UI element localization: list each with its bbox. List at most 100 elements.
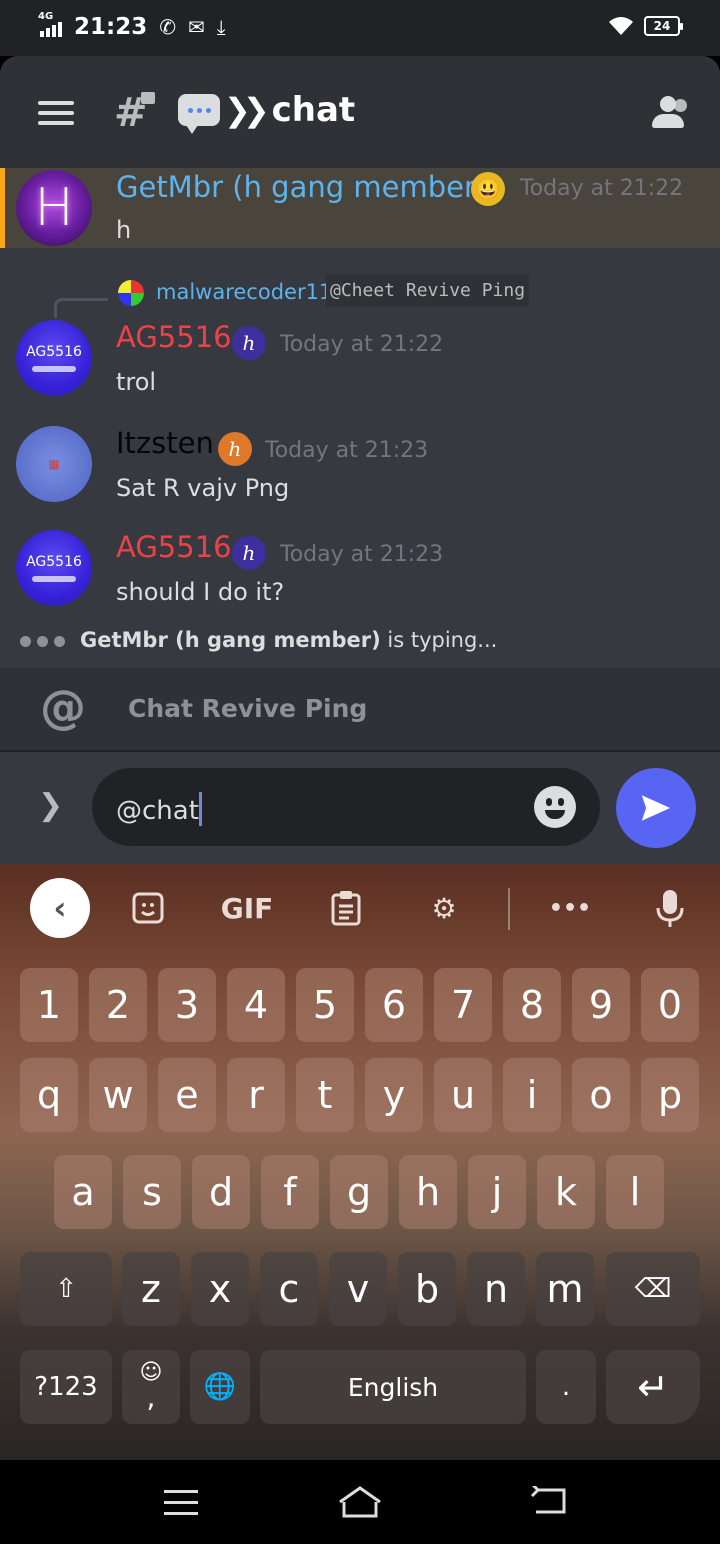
author-name[interactable]: AG5516 [116,530,232,564]
backspace-key[interactable]: ⌫ [606,1252,700,1326]
key-c[interactable]: c [260,1252,318,1326]
key-t[interactable]: t [296,1058,354,1132]
gear-icon[interactable]: ⚙ [424,878,464,938]
key-p[interactable]: p [641,1058,699,1132]
message-item[interactable]: AG5516 AG5516 h Today at 21:22 trol [0,320,720,416]
key-u[interactable]: u [434,1058,492,1132]
members-icon[interactable] [650,96,690,130]
key-n[interactable]: n [467,1252,525,1326]
key-9[interactable]: 9 [572,968,630,1042]
speech-bubble-icon [178,94,220,134]
key-y[interactable]: y [365,1058,423,1132]
key-j[interactable]: j [468,1155,526,1229]
typing-suffix: is typing... [380,628,498,652]
key-m[interactable]: m [536,1252,594,1326]
mention-suggestion[interactable]: @ Chat Revive Ping [0,668,720,752]
key-7[interactable]: 7 [434,968,492,1042]
soft-keyboard: ‹ GIF ⚙ ••• 1234567890 qwertyuiop asdfgh… [0,864,720,1460]
whatsapp-icon: ✆ [159,15,176,39]
period-key[interactable]: . [536,1350,596,1424]
input-value[interactable]: @chat [116,796,199,826]
key-4[interactable]: 4 [227,968,285,1042]
channel-header: # ❯❯ chat [0,56,720,168]
microphone-icon[interactable] [652,878,688,938]
key-3[interactable]: 3 [158,968,216,1042]
key-w[interactable]: w [89,1058,147,1132]
key-0[interactable]: 0 [641,968,699,1042]
typing-user: GetMbr (h gang member) [80,628,381,652]
key-h[interactable]: h [399,1155,457,1229]
message-item[interactable]: ▦ Itzsten h Today at 21:23 Sat R vajv Pn… [0,426,720,522]
clock: 21:23 [74,14,148,40]
chevron-right-icon[interactable]: ❯ [38,788,63,823]
key-b[interactable]: b [398,1252,456,1326]
discord-app: # ❯❯ chat H GetMbr (h gang member) 😃 Tod… [0,56,720,864]
comma-emoji-key[interactable]: ☺, [122,1350,180,1424]
suggestion-label[interactable]: Chat Revive Ping [128,694,367,723]
timestamp: Today at 21:22 [520,176,684,201]
recents-icon[interactable] [164,1490,198,1523]
reply-text: @Cheet Revive Ping [326,274,530,307]
key-o[interactable]: o [572,1058,630,1132]
key-i[interactable]: i [503,1058,561,1132]
avatar[interactable]: H [16,170,92,246]
avatar[interactable]: AG5516 [16,320,92,396]
timestamp: Today at 21:23 [265,438,429,463]
text-caret [198,792,202,826]
hamburger-icon[interactable] [38,101,74,125]
author-name[interactable]: AG5516 [116,320,232,354]
key-1[interactable]: 1 [20,968,78,1042]
channel-title[interactable]: ❯❯ chat [178,90,355,134]
author-name[interactable]: Itzsten [116,426,214,460]
key-z[interactable]: z [122,1252,180,1326]
key-a[interactable]: a [54,1155,112,1229]
key-6[interactable]: 6 [365,968,423,1042]
key-2[interactable]: 2 [89,968,147,1042]
avatar[interactable]: ▦ [16,426,92,502]
key-5[interactable]: 5 [296,968,354,1042]
message-input[interactable]: @chat [92,768,600,846]
key-x[interactable]: x [191,1252,249,1326]
message-item[interactable]: AG5516 AG5516 h Today at 21:23 should I … [0,530,720,616]
gif-button[interactable]: GIF [218,878,276,938]
status-bar: 4G 21:23 ✆ ✉ ⤓ 24 [0,0,720,56]
avatar[interactable]: AG5516 [16,530,92,606]
key-s[interactable]: s [123,1155,181,1229]
key-r[interactable]: r [227,1058,285,1132]
keyboard-toolbar: ‹ GIF ⚙ ••• [0,864,720,952]
shift-key[interactable]: ⇧ [20,1252,112,1326]
back-icon[interactable] [530,1486,568,1516]
key-d[interactable]: d [192,1155,250,1229]
clipboard-icon[interactable] [326,878,366,938]
reply-author[interactable]: malwarecoder11 [156,280,332,304]
key-k[interactable]: k [537,1155,595,1229]
space-key[interactable]: English [260,1350,526,1424]
author-name[interactable]: GetMbr (h gang member) [116,170,487,204]
key-g[interactable]: g [330,1155,388,1229]
key-f[interactable]: f [261,1155,319,1229]
more-icon[interactable]: ••• [546,878,594,938]
key-8[interactable]: 8 [503,968,561,1042]
download-icon: ⤓ [216,15,226,39]
message-list[interactable]: H GetMbr (h gang member) 😃 Today at 21:2… [0,168,720,616]
key-q[interactable]: q [20,1058,78,1132]
role-badge-icon: h [232,536,266,570]
message-text: should I do it? [116,578,285,606]
back-arrow-icon[interactable]: ‹ [30,878,90,938]
key-l[interactable]: l [606,1155,664,1229]
key-v[interactable]: v [329,1252,387,1326]
enter-key[interactable]: ↵ [606,1350,700,1424]
system-nav-bar [0,1460,720,1544]
sticker-icon[interactable] [126,878,170,938]
message-text: Sat R vajv Png [116,474,290,502]
send-button[interactable] [616,768,696,848]
symbols-key[interactable]: ?123 [20,1350,112,1424]
reply-preview[interactable]: malwarecoder11 @Cheet Revive Ping [0,274,720,320]
battery-icon: 24 [644,16,683,36]
key-e[interactable]: e [158,1058,216,1132]
globe-icon[interactable]: 🌐 [190,1350,250,1424]
smiley-icon[interactable] [534,786,576,828]
message-item[interactable]: H GetMbr (h gang member) 😃 Today at 21:2… [0,168,720,248]
toolbar-divider [508,888,510,930]
home-icon[interactable] [336,1484,384,1520]
